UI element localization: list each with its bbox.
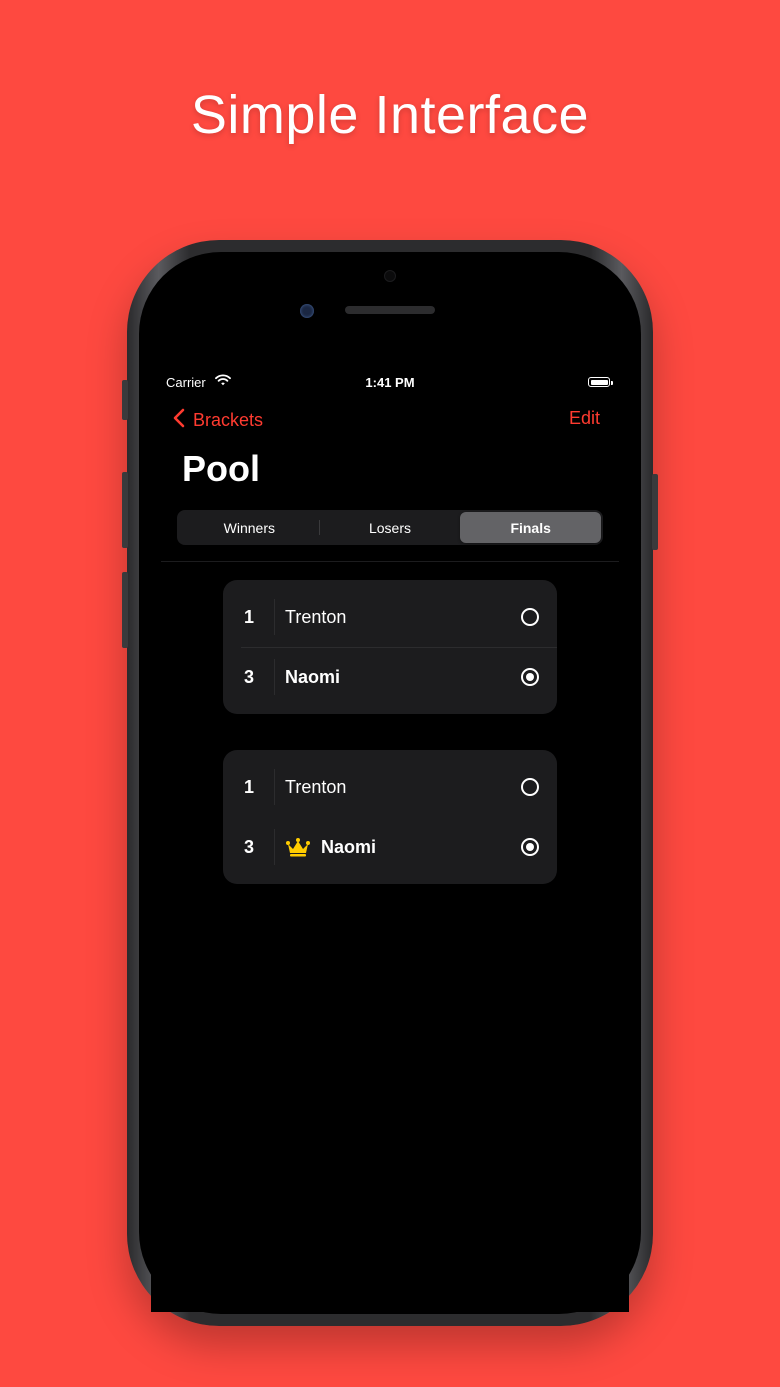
select-radio[interactable] xyxy=(521,838,539,856)
back-button-label: Brackets xyxy=(193,410,264,430)
front-camera-icon xyxy=(300,304,314,318)
player-name: Trenton xyxy=(285,606,347,627)
tab-winners[interactable]: Winners xyxy=(179,512,320,543)
mute-switch xyxy=(122,380,128,420)
divider xyxy=(161,561,619,562)
seed-number: 1 xyxy=(223,768,275,805)
edit-button[interactable]: Edit xyxy=(569,408,600,429)
player-name: Naomi xyxy=(321,836,377,857)
power-button xyxy=(652,474,658,550)
status-bar: Carrier 1:41 PM xyxy=(151,360,629,404)
select-radio[interactable] xyxy=(521,608,539,626)
earpiece-speaker xyxy=(345,306,435,314)
seed-number: 3 xyxy=(223,828,275,865)
match-row[interactable]: 3 Naomi xyxy=(223,647,557,707)
back-button[interactable]: Brackets xyxy=(173,408,263,433)
app-screen: Carrier 1:41 PM Brackets Edit Pool Winne… xyxy=(151,360,629,1312)
battery-icon xyxy=(588,377,613,387)
headline: Simple Interface xyxy=(190,85,590,145)
player-name: Trenton xyxy=(285,776,347,797)
seed-number: 3 xyxy=(223,658,275,695)
chevron-left-icon xyxy=(173,408,185,433)
select-radio[interactable] xyxy=(521,668,539,686)
match-row[interactable]: 3 Naomi xyxy=(223,817,557,877)
match-row[interactable]: 1 Trenton xyxy=(223,587,557,647)
match-row[interactable]: 1 Trenton xyxy=(223,757,557,817)
page-title: Pool xyxy=(182,448,260,489)
row-separator xyxy=(241,647,557,648)
match-card: 1 Trenton 3 Naomi xyxy=(223,750,557,884)
tab-losers[interactable]: Losers xyxy=(320,512,461,543)
volume-down-button xyxy=(122,572,128,648)
navigation-bar: Brackets Edit xyxy=(151,404,629,448)
tab-finals[interactable]: Finals xyxy=(460,512,602,543)
crown-icon xyxy=(285,837,311,857)
match-card: 1 Trenton 3 Naomi xyxy=(223,580,557,714)
proximity-sensor xyxy=(384,270,396,282)
bracket-segmented-control: Winners Losers Finals xyxy=(177,510,603,545)
volume-up-button xyxy=(122,472,128,548)
clock: 1:41 PM xyxy=(365,375,415,390)
player-name: Naomi xyxy=(285,666,341,687)
select-radio[interactable] xyxy=(521,778,539,796)
seed-number: 1 xyxy=(223,598,275,635)
